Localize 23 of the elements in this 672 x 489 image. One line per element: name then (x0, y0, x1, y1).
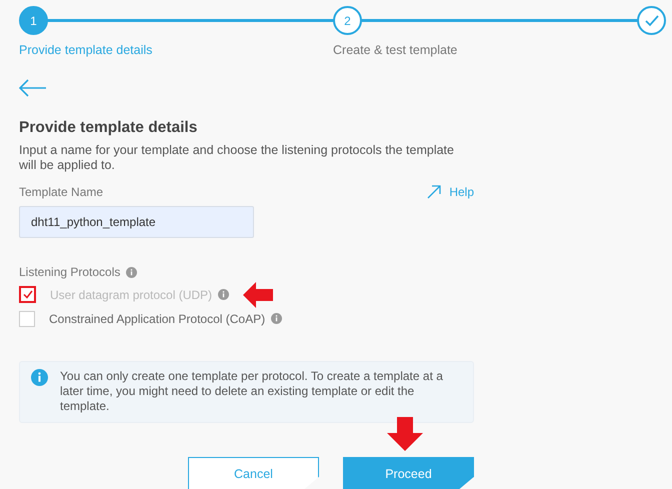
external-link-icon (427, 185, 442, 199)
step-label: Create & test template (333, 43, 458, 57)
field-label: Template Name (19, 185, 104, 199)
field-label: Listening Protocols (19, 265, 120, 279)
info-icon (31, 369, 48, 386)
proceed-button[interactable]: Proceed (343, 457, 474, 489)
help-link[interactable]: Help (427, 185, 474, 199)
cancel-button[interactable]: Cancel (188, 457, 319, 489)
info-icon (126, 266, 138, 278)
check-icon (22, 290, 32, 299)
step-label: Provide template details (19, 43, 152, 57)
checkbox-label: User datagram protocol (UDP) (50, 288, 212, 302)
step-circle: 2 (333, 6, 362, 35)
description-text: Input a name for your template and choose the listening protocols the template will be applied to. (19, 143, 455, 173)
info-icon (271, 313, 282, 324)
checkbox[interactable] (19, 310, 35, 326)
checkbox-label: Constrained Application Protocol (CoAP) (49, 312, 266, 326)
section-title: Provide template details (19, 119, 198, 137)
step-circle: 1 (19, 6, 48, 35)
back-arrow-icon[interactable] (19, 79, 47, 97)
info-icon (218, 289, 230, 300)
info-message: You can only create one template per protocol. To create a template at a later time, you might need to delete an existing template or edit the template. (60, 369, 444, 414)
template-name-field[interactable]: dht11_python_template (19, 206, 254, 238)
